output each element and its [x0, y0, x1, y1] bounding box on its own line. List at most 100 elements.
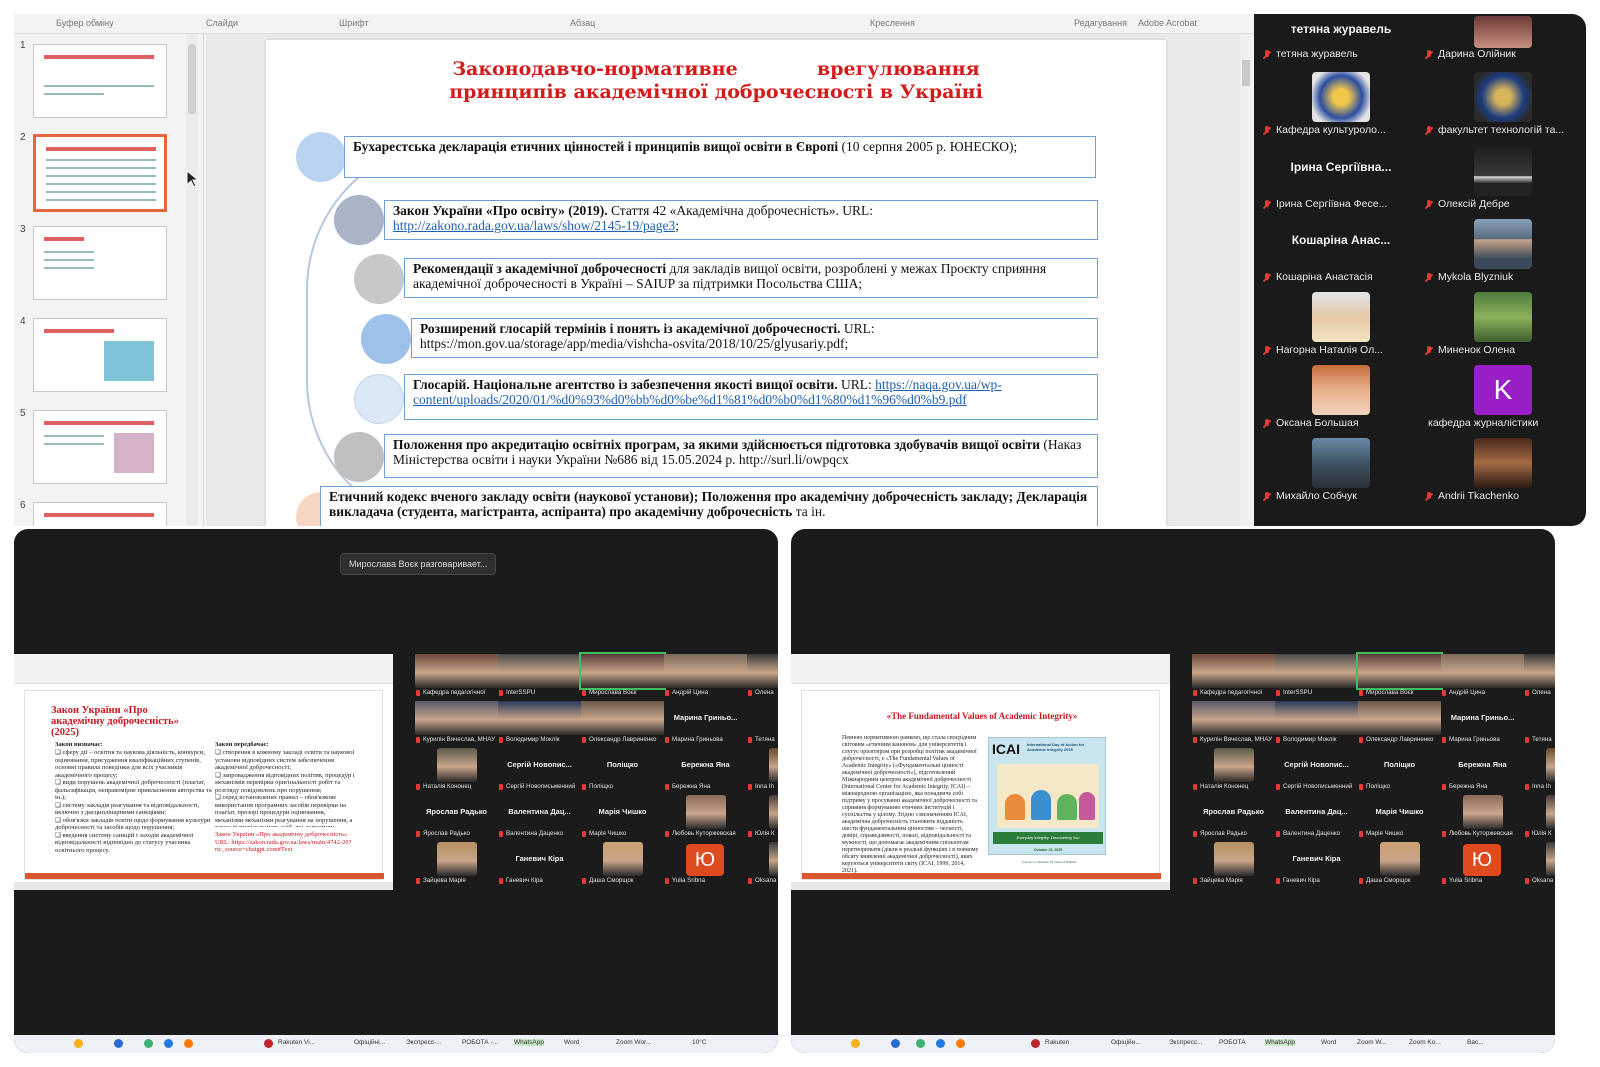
participant-tile[interactable]: Наталія Кононец	[415, 748, 498, 794]
participant-tile[interactable]: Зайцева Марія	[415, 842, 498, 888]
app-icon[interactable]	[144, 1039, 153, 1048]
participant-tile[interactable]: Нагорна Наталія Ол...	[1260, 290, 1422, 363]
participant-tile[interactable]: Oksana	[747, 842, 778, 888]
taskbar-item[interactable]: Офіційні...	[354, 1039, 385, 1046]
participant-tile[interactable]: Наталія Кононец	[1192, 748, 1275, 794]
participant-tile[interactable]: Даша Сморщок	[581, 842, 664, 888]
ribbon-clipboard[interactable]: Буфер обміну	[56, 18, 114, 28]
start-icon[interactable]	[891, 1039, 900, 1048]
app-icon[interactable]	[264, 1039, 273, 1048]
app-icon[interactable]	[936, 1039, 945, 1048]
taskbar-item[interactable]: Word	[1321, 1039, 1336, 1046]
participant-tile[interactable]: K кафедра журналістики	[1422, 363, 1584, 436]
participant-tile[interactable]: Юлія К	[747, 795, 778, 841]
participant-tile[interactable]: Inna Ih	[747, 748, 778, 794]
participant-tile[interactable]: Inna Ih	[1524, 748, 1555, 794]
participant-tile[interactable]: Ірина Сергіївна... Ірина Сергіївна Фесе.…	[1260, 144, 1422, 217]
taskbar-item[interactable]: Офіційн...	[1111, 1039, 1141, 1046]
participant-tile[interactable]: Кафедра педагогічної	[1192, 654, 1275, 700]
slide-thumbnail[interactable]	[33, 318, 167, 392]
app-icon[interactable]	[1031, 1039, 1040, 1048]
participant-tile[interactable]: Марія Чишко Марія Чишко	[1358, 795, 1441, 841]
participant-tile[interactable]: Тетян Тетяна	[1524, 701, 1555, 747]
participant-tile[interactable]: Бережна Яна Бережна Яна	[664, 748, 747, 794]
participant-tile[interactable]: Andrii Tkachenko	[1422, 436, 1584, 509]
taskbar-item[interactable]: Zoom Ko...	[1409, 1039, 1441, 1046]
participant-tile[interactable]: Курилін Вячеслав, МНАУ	[1192, 701, 1275, 747]
participant-tile[interactable]: Олександр Лавриненко	[1358, 701, 1441, 747]
app-icon[interactable]	[916, 1039, 925, 1048]
participant-tile[interactable]: Ю Yulia Sribna	[1441, 842, 1524, 888]
current-slide[interactable]: Законодавчо-нормативне врегулювання прин…	[186, 40, 1166, 526]
weather-readout[interactable]: 10°C	[692, 1039, 707, 1046]
app-icon[interactable]	[164, 1039, 173, 1048]
taskbar-item[interactable]: Вас...	[1467, 1039, 1484, 1046]
widgets-icon[interactable]	[851, 1039, 860, 1048]
participant-tile[interactable]: Оксана Большая	[1260, 363, 1422, 436]
taskbar-item[interactable]: Экспресс-...	[406, 1039, 442, 1046]
taskbar-item[interactable]: Word	[564, 1039, 579, 1046]
taskbar-item[interactable]: Zoom W...	[1357, 1039, 1387, 1046]
participant-tile[interactable]: Олена	[1524, 654, 1555, 700]
app-icon[interactable]	[184, 1039, 193, 1048]
participant-tile[interactable]: Сергій Новопис... Сергій Новописьменний	[1275, 748, 1358, 794]
taskbar-item[interactable]: Rakuten	[1045, 1039, 1069, 1046]
participant-tile[interactable]: Мирослава Воєк	[1356, 652, 1443, 700]
participant-tile[interactable]: Олена	[747, 654, 778, 700]
participant-tile[interactable]: Oksana	[1524, 842, 1555, 888]
ribbon-acrobat[interactable]: Adobe Acrobat	[1138, 18, 1197, 28]
participant-tile[interactable]: Бережна Яна Бережна Яна	[1441, 748, 1524, 794]
participant-tile[interactable]: Ганевич Кіра Ганевич Кіра	[498, 842, 581, 888]
participant-tile[interactable]: Поліщко Поліщко	[1358, 748, 1441, 794]
taskbar-item[interactable]: Экспресс...	[1169, 1039, 1203, 1046]
ribbon-editing[interactable]: Редагування	[1074, 18, 1127, 28]
slide-thumbnail[interactable]	[33, 410, 167, 484]
start-icon[interactable]	[114, 1039, 123, 1048]
participant-tile[interactable]: Ярослав Радько Ярослав Радько	[1192, 795, 1275, 841]
slide-thumbnail[interactable]	[33, 502, 167, 526]
participant-tile[interactable]: Ганевич Кіра Ганевич Кіра	[1275, 842, 1358, 888]
participant-tile[interactable]: Ярослав Радько Ярослав Радько	[415, 795, 498, 841]
widgets-icon[interactable]	[74, 1039, 83, 1048]
participant-tile[interactable]: Кошаріна Анас... Кошаріна Анастасія	[1260, 217, 1422, 290]
taskbar-item[interactable]: РОБОТА -...	[462, 1039, 498, 1046]
participant-tile[interactable]: Володимир Моклік	[1275, 701, 1358, 747]
taskbar-item[interactable]: Rakuten Vi...	[278, 1039, 315, 1046]
slide-thumbnail[interactable]	[33, 44, 167, 118]
participant-tile[interactable]: Валентина Дац... Валентина Даценко	[498, 795, 581, 841]
ribbon-drawing[interactable]: Креслення	[870, 18, 915, 28]
taskbar-item-active[interactable]: WhatsApp	[514, 1039, 544, 1046]
taskbar-item[interactable]: РОБОТА	[1219, 1039, 1246, 1046]
taskbar-item-active[interactable]: WhatsApp	[1265, 1039, 1295, 1046]
ribbon-slides[interactable]: Слайди	[206, 18, 238, 28]
law-link[interactable]: http://zakono.rada.gov.ua/laws/show/2145…	[393, 218, 675, 233]
slide-thumbnail-active[interactable]	[33, 134, 167, 212]
participant-tile[interactable]: Поліщко Поліщко	[581, 748, 664, 794]
taskbar-item[interactable]: Zoom Wor...	[616, 1039, 651, 1046]
participant-tile[interactable]: Тетян Тетяна	[747, 701, 778, 747]
participant-tile[interactable]: Кафедра педагогічної	[415, 654, 498, 700]
participant-tile[interactable]: Mykola Blyzniuk	[1422, 217, 1584, 290]
slide-thumbnail[interactable]	[33, 226, 167, 300]
participant-tile[interactable]: Олександр Лавриненко	[581, 701, 664, 747]
participant-tile[interactable]: Миненок Олена	[1422, 290, 1584, 363]
participant-tile[interactable]: InterSSPU	[1275, 654, 1358, 700]
participant-tile[interactable]: Ю Yulia Sribna	[664, 842, 747, 888]
participant-tile[interactable]: Андрій Цина	[664, 654, 747, 700]
ribbon-paragraph[interactable]: Абзац	[570, 18, 595, 28]
participant-tile[interactable]: Мирослава Воєк	[579, 652, 666, 700]
participant-tile[interactable]: Юлія К	[1524, 795, 1555, 841]
thumbnail-scrollbar[interactable]	[186, 34, 198, 526]
participant-tile[interactable]: Даша Сморщок	[1358, 842, 1441, 888]
app-icon[interactable]	[956, 1039, 965, 1048]
participant-tile[interactable]: Любовь Куторжевская	[664, 795, 747, 841]
ribbon-font[interactable]: Шрифт	[339, 18, 369, 28]
participant-tile[interactable]: факультет технологій та...	[1422, 70, 1584, 143]
participant-tile[interactable]: InterSSPU	[498, 654, 581, 700]
participant-tile[interactable]: Андрій Цина	[1441, 654, 1524, 700]
participant-tile[interactable]: Михайло Собчук	[1260, 436, 1422, 509]
participant-tile[interactable]: Кафедра культуроло...	[1260, 70, 1422, 143]
participant-tile[interactable]: Любовь Куторжевская	[1441, 795, 1524, 841]
participant-tile[interactable]: Володимир Моклік	[498, 701, 581, 747]
participant-tile[interactable]: Сергій Новопис... Сергій Новописьменний	[498, 748, 581, 794]
